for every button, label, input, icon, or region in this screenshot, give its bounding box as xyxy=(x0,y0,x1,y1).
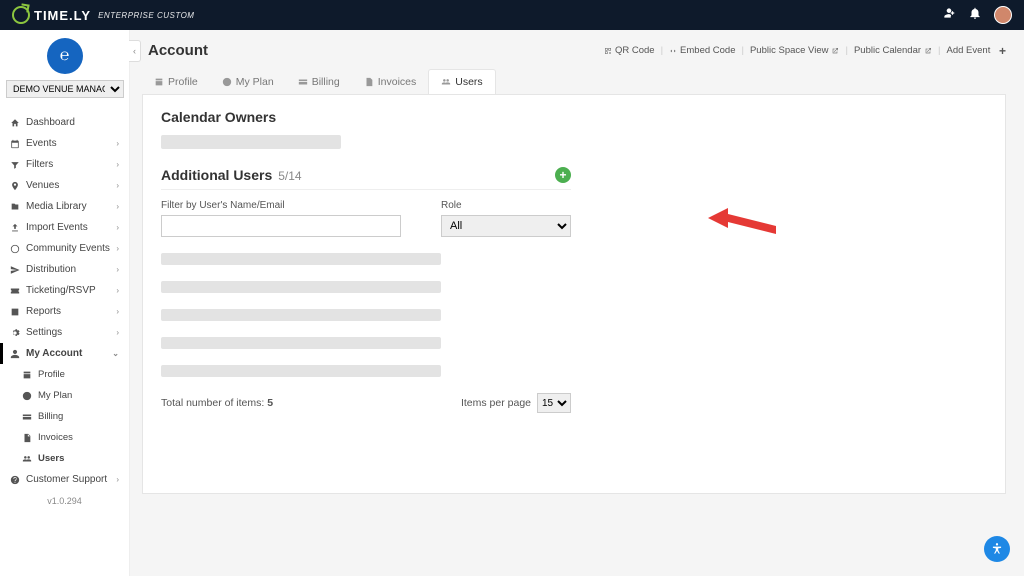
sidebar-sub-invoices[interactable]: Invoices xyxy=(0,427,129,448)
items-per-page-label: Items per page xyxy=(461,397,531,409)
user-row-placeholder xyxy=(161,281,441,293)
chevron-right-icon: › xyxy=(116,328,119,337)
user-row-placeholder xyxy=(161,337,441,349)
owner-row-placeholder xyxy=(161,135,341,149)
tab-users[interactable]: Users xyxy=(428,69,495,94)
tab-invoices[interactable]: Invoices xyxy=(352,69,429,94)
sidebar-item-settings[interactable]: Settings› xyxy=(0,322,129,343)
sidebar-item-import[interactable]: Import Events› xyxy=(0,217,129,238)
user-switch-icon[interactable] xyxy=(942,6,956,25)
sidebar-item-media[interactable]: Media Library› xyxy=(0,196,129,217)
user-row-placeholder xyxy=(161,365,441,377)
add-event-button[interactable]: Add Event + xyxy=(947,44,1007,58)
sidebar-collapse-handle[interactable]: ‹ xyxy=(129,40,141,62)
sidebar-item-filters[interactable]: Filters› xyxy=(0,154,129,175)
embed-code-link[interactable]: Embed Code xyxy=(669,45,735,56)
chevron-right-icon: › xyxy=(116,286,119,295)
filter-name-input[interactable] xyxy=(161,215,401,237)
sidebar-item-dashboard[interactable]: Dashboard xyxy=(0,112,129,133)
user-row-placeholder xyxy=(161,309,441,321)
sidebar-sub-profile[interactable]: Profile xyxy=(0,364,129,385)
sidebar-sub-billing[interactable]: Billing xyxy=(0,406,129,427)
brand-name: TIME.LY xyxy=(34,8,91,23)
chevron-right-icon: › xyxy=(116,181,119,190)
sidebar-item-events[interactable]: Events› xyxy=(0,133,129,154)
additional-users-count: 5/14 xyxy=(278,169,301,183)
chevron-right-icon: › xyxy=(116,265,119,274)
tab-billing[interactable]: Billing xyxy=(286,69,352,94)
logo-mark-icon xyxy=(12,6,30,24)
chevron-right-icon: › xyxy=(116,160,119,169)
user-row-placeholder xyxy=(161,253,441,265)
tab-profile[interactable]: Profile xyxy=(142,69,210,94)
qr-code-link[interactable]: QR Code xyxy=(604,45,655,56)
filter-role-select[interactable]: All xyxy=(441,215,571,237)
total-items-label: Total number of items: 5 xyxy=(161,397,273,409)
chevron-right-icon: › xyxy=(116,244,119,253)
page-title: Account xyxy=(148,42,208,59)
sidebar-item-community[interactable]: Community Events› xyxy=(0,238,129,259)
brand-logo: TIME.LY ENTERPRISE CUSTOM xyxy=(12,6,194,24)
accessibility-button[interactable] xyxy=(984,536,1010,562)
sidebar-item-reports[interactable]: Reports› xyxy=(0,301,129,322)
sidebar-item-ticketing[interactable]: Ticketing/RSVP› xyxy=(0,280,129,301)
tab-myplan[interactable]: My Plan xyxy=(210,69,286,94)
avatar[interactable] xyxy=(994,6,1012,24)
sidebar-sub-users[interactable]: Users xyxy=(0,448,129,469)
sidebar-item-my-account[interactable]: My Account⌄ xyxy=(0,343,129,364)
chevron-down-icon: ⌄ xyxy=(112,349,119,358)
additional-users-title: Additional Users xyxy=(161,167,272,183)
chevron-right-icon: › xyxy=(116,307,119,316)
filter-name-label: Filter by User's Name/Email xyxy=(161,200,401,211)
items-per-page-select[interactable]: 15 xyxy=(537,393,571,413)
header-actions: QR Code | Embed Code | Public Space View… xyxy=(604,44,1006,58)
org-selector[interactable]: DEMO VENUE MANAGEMENT xyxy=(6,80,124,98)
sidebar-sub-myplan[interactable]: My Plan xyxy=(0,385,129,406)
org-badge-icon: ℮ xyxy=(47,38,83,74)
bell-icon[interactable] xyxy=(968,6,982,25)
calendar-owners-title: Calendar Owners xyxy=(161,109,987,125)
chevron-right-icon: › xyxy=(116,475,119,484)
chevron-right-icon: › xyxy=(116,202,119,211)
public-space-link[interactable]: Public Space View xyxy=(750,45,840,56)
brand-tier: ENTERPRISE CUSTOM xyxy=(98,11,194,20)
sidebar-item-distribution[interactable]: Distribution› xyxy=(0,259,129,280)
chevron-right-icon: › xyxy=(116,223,119,232)
sidebar-item-support[interactable]: Customer Support› xyxy=(0,469,129,490)
add-user-button[interactable]: + xyxy=(555,167,571,183)
version-label: v1.0.294 xyxy=(0,490,129,512)
filter-role-label: Role xyxy=(441,200,571,211)
public-calendar-link[interactable]: Public Calendar xyxy=(854,45,932,56)
sidebar-item-venues[interactable]: Venues› xyxy=(0,175,129,196)
chevron-right-icon: › xyxy=(116,139,119,148)
